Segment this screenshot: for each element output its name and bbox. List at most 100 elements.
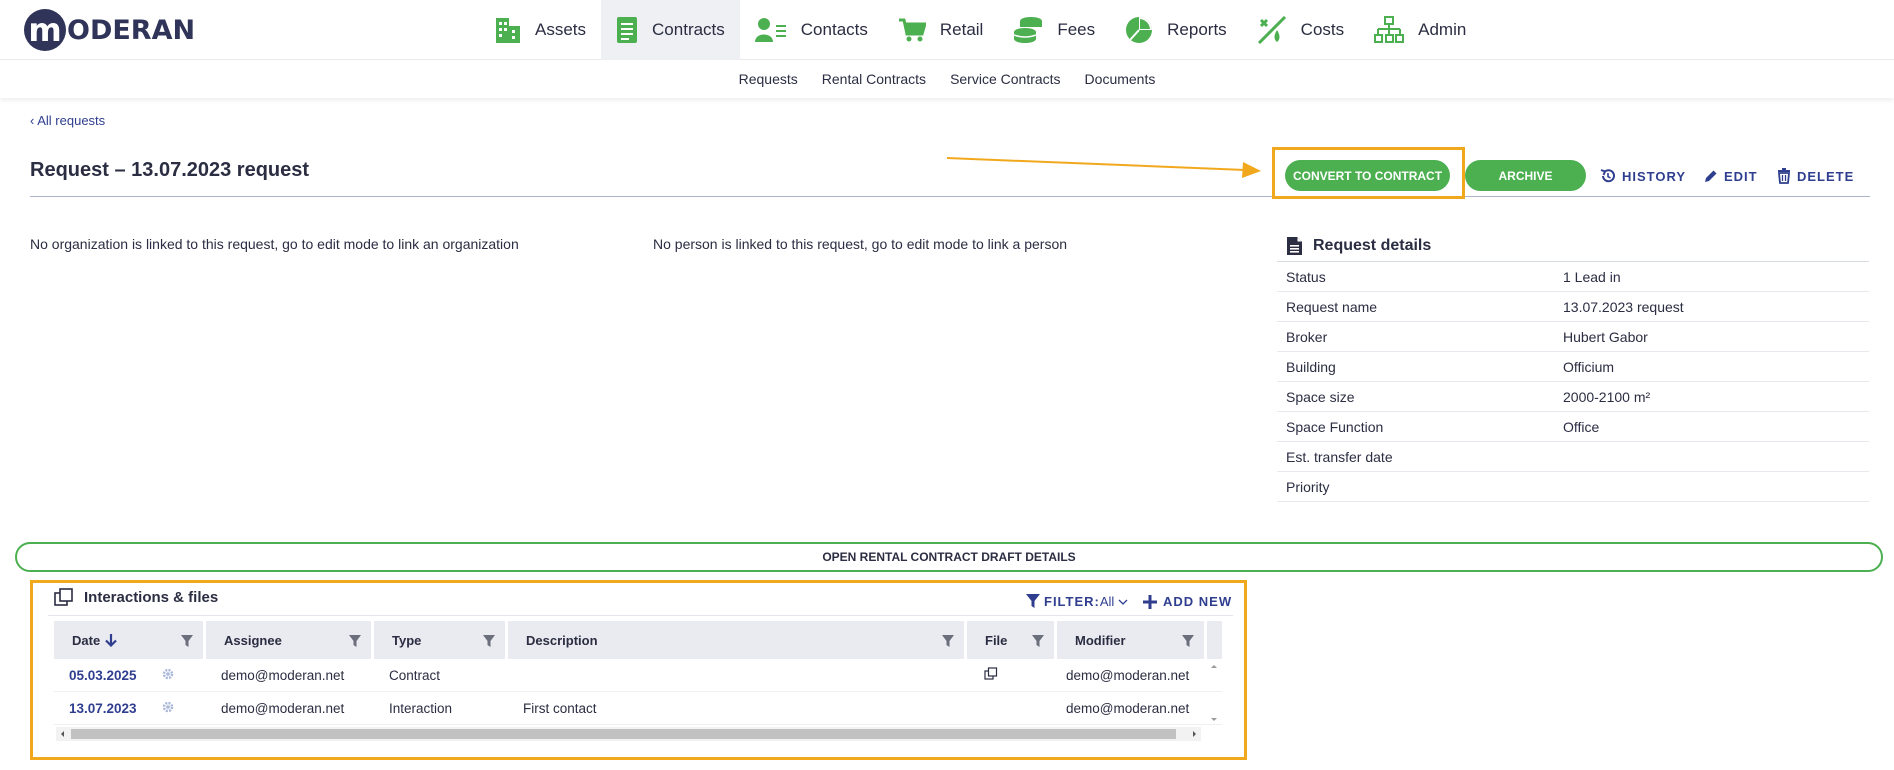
page-title: Request – 13.07.2023 request [30, 159, 310, 181]
filter-label: FILTER: [1044, 594, 1100, 609]
detail-label: Building [1286, 358, 1336, 375]
column-header-assignee[interactable]: Assignee [206, 621, 374, 659]
detail-row-est-transfer-date: Est. transfer date [1277, 442, 1869, 472]
back-to-all-requests-link[interactable]: ‹ All requests [30, 113, 105, 128]
subnav-rental-contracts[interactable]: Rental Contracts [810, 71, 938, 87]
filter-icon [1026, 594, 1040, 608]
detail-row-broker: Broker Hubert Gabor [1277, 322, 1869, 352]
main-nav: Assets Contracts Contacts Retail Fees Re… [480, 0, 1481, 60]
delete-label: DELETE [1797, 168, 1855, 184]
column-header-description[interactable]: Description [508, 621, 967, 659]
detail-label: Est. transfer date [1286, 448, 1393, 465]
scroll-up-arrow-icon[interactable] [1207, 661, 1221, 671]
breadcrumb-label: All requests [37, 113, 106, 128]
detail-value: Office [1563, 418, 1600, 435]
nav-item-admin[interactable]: Admin [1359, 0, 1481, 60]
table-row[interactable]: 13.07.2023 demo@moderan.net Interaction … [54, 692, 1222, 725]
no-person-message: No person is linked to this request, go … [653, 236, 1068, 252]
nav-label: Contacts [800, 20, 868, 39]
scroll-down-arrow-icon[interactable] [1207, 715, 1221, 725]
column-header-file[interactable]: File [967, 621, 1057, 659]
scroll-right-arrow-icon[interactable] [1188, 727, 1200, 741]
detail-row-space-size: Space size 2000-2100 m² [1277, 382, 1869, 412]
shopping-cart-icon [898, 18, 926, 42]
request-details-header: Request details [1277, 230, 1869, 262]
column-title: Type [392, 632, 422, 648]
column-filter-icon[interactable] [181, 635, 193, 647]
detail-label: Priority [1286, 478, 1330, 495]
detail-row-building: Building Officium [1277, 352, 1869, 382]
scrollbar-thumb[interactable] [71, 729, 1176, 739]
moderan-logo[interactable]: m ODERAN [24, 8, 195, 52]
horizontal-scrollbar[interactable] [56, 727, 1201, 741]
archive-button[interactable]: ARCHIVE [1465, 160, 1586, 191]
column-filter-icon[interactable] [483, 635, 495, 647]
edit-button[interactable]: EDIT [1703, 167, 1758, 185]
delete-button[interactable]: DELETE [1777, 167, 1854, 185]
nav-label: Costs [1300, 20, 1345, 39]
org-chart-icon [1374, 16, 1405, 43]
table-row[interactable]: 05.03.2025 demo@moderan.net Contract dem… [54, 659, 1222, 692]
attached-file-icon[interactable] [984, 667, 998, 680]
chevron-down-icon [1118, 599, 1128, 605]
nav-item-reports[interactable]: Reports [1110, 0, 1242, 60]
title-divider [30, 196, 1870, 197]
detail-value: Officium [1563, 358, 1615, 375]
cell-type: Contract [389, 667, 441, 683]
filter-value: All [1099, 594, 1115, 609]
nav-item-contacts[interactable]: Contacts [740, 0, 883, 60]
column-title: Assignee [224, 632, 282, 648]
scroll-left-arrow-icon[interactable] [57, 727, 69, 741]
convert-to-contract-button[interactable]: CONVERT TO CONTRACT [1285, 160, 1450, 191]
cell-type: Interaction [389, 700, 453, 716]
row-settings-gear-icon[interactable] [162, 668, 206, 683]
cell-assignee: demo@moderan.net [221, 700, 345, 716]
subnav-service-contracts[interactable]: Service Contracts [938, 71, 1072, 87]
nav-item-contracts[interactable]: Contracts [601, 0, 740, 60]
plus-icon [1143, 594, 1157, 609]
column-filter-icon[interactable] [1032, 635, 1044, 647]
detail-label: Request name [1286, 298, 1378, 315]
column-header-type[interactable]: Type [374, 621, 508, 659]
detail-label: Status [1286, 268, 1326, 285]
detail-value: 2000-2100 m² [1563, 388, 1651, 405]
detail-row-space-function: Space Function Office [1277, 412, 1869, 442]
detail-value: 13.07.2023 request [1563, 298, 1684, 315]
history-label: HISTORY [1622, 168, 1687, 184]
table-header-row: Date Assignee Type Description File Modi… [54, 621, 1222, 659]
vertical-scrollbar[interactable] [1207, 659, 1221, 725]
copy-files-icon [54, 588, 73, 606]
nav-item-retail[interactable]: Retail [883, 0, 998, 60]
column-filter-icon[interactable] [349, 635, 361, 647]
request-details-title: Request details [1313, 236, 1432, 254]
column-header-date[interactable]: Date [54, 621, 206, 659]
pie-chart-icon [1126, 17, 1153, 43]
nav-label: Fees [1057, 20, 1096, 39]
nav-item-assets[interactable]: Assets [480, 0, 601, 60]
nav-item-fees[interactable]: Fees [998, 0, 1110, 60]
history-button[interactable]: HISTORY [1600, 167, 1686, 185]
row-settings-gear-icon[interactable] [162, 701, 206, 716]
column-filter-icon[interactable] [942, 635, 954, 647]
history-icon [1600, 169, 1615, 183]
cell-assignee: demo@moderan.net [221, 667, 345, 683]
column-title: Date [72, 632, 101, 648]
subnav-requests[interactable]: Requests [727, 71, 810, 87]
nav-item-costs[interactable]: Costs [1242, 0, 1359, 60]
filter-dropdown[interactable]: FILTER: All [1026, 594, 1128, 609]
cell-date[interactable]: 05.03.2025 [54, 668, 162, 683]
cell-date[interactable]: 13.07.2023 [54, 701, 162, 716]
nav-label: Contracts [652, 20, 725, 39]
pencil-icon [1705, 170, 1717, 182]
add-new-button[interactable]: ADD NEW [1143, 594, 1232, 609]
nav-label: Assets [535, 20, 587, 39]
interactions-table: Date Assignee Type Description File Modi… [54, 621, 1222, 725]
open-rental-contract-draft-button[interactable]: OPEN RENTAL CONTRACT DRAFT DETAILS [15, 542, 1883, 572]
column-filter-icon[interactable] [1182, 635, 1194, 647]
subnav-documents[interactable]: Documents [1073, 71, 1168, 87]
detail-value: Hubert Gabor [1563, 328, 1648, 345]
contacts-icon [754, 18, 786, 42]
coins-icon [1014, 17, 1043, 43]
cell-description: First contact [523, 700, 597, 716]
column-header-modifier[interactable]: Modifier [1057, 621, 1207, 659]
